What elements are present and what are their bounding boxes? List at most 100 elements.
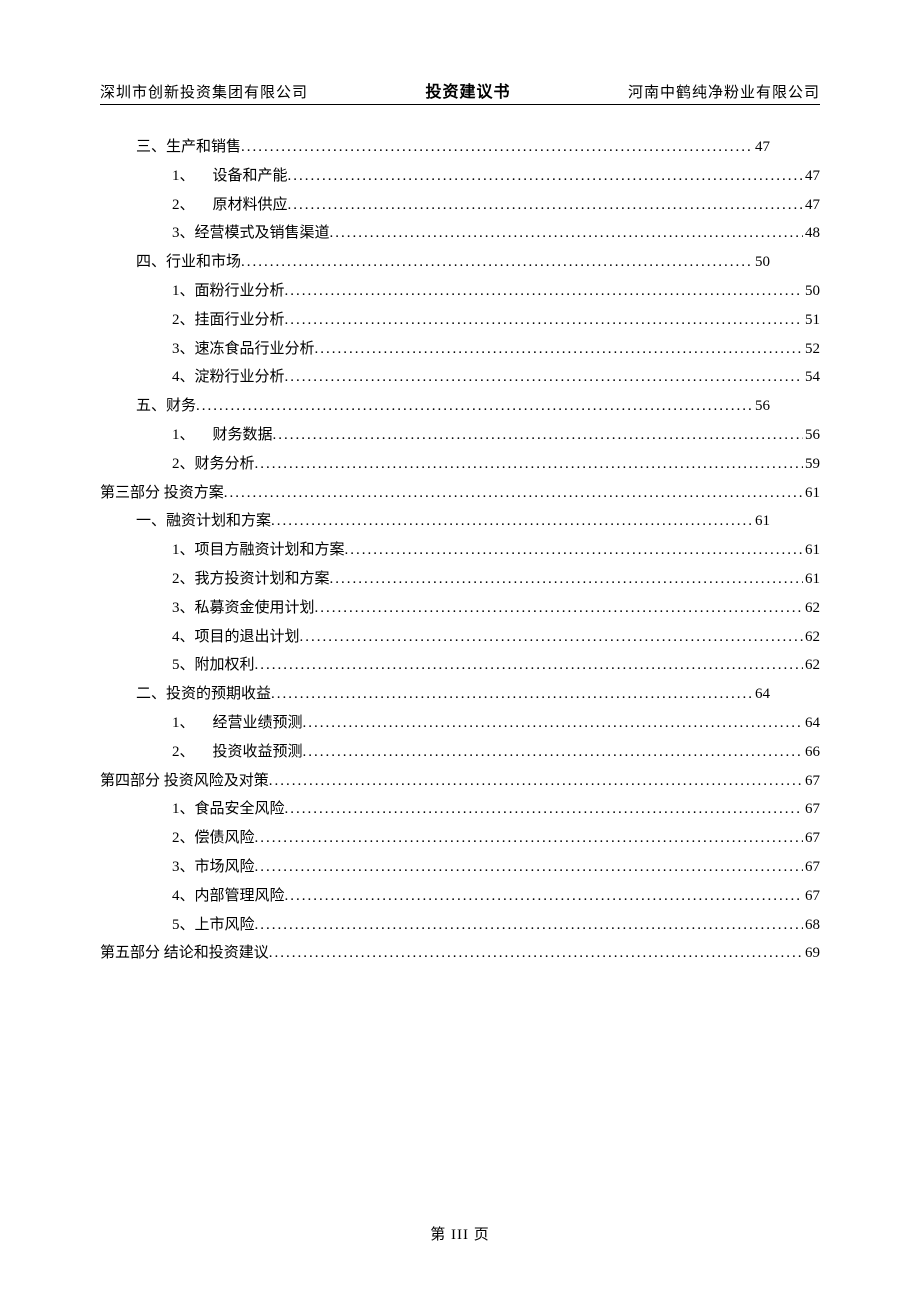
toc-entry: 1、面粉行业分析 50 (100, 277, 820, 306)
toc-entry-label: 第四部分 投资风险及对策 (100, 767, 269, 796)
toc-entry: 一、融资计划和方案61 (100, 507, 820, 536)
toc-entry-page: 54 (803, 363, 820, 392)
toc-entry-label: 1、项目方融资计划和方案 (172, 536, 345, 565)
document-page: 深圳市创新投资集团有限公司 投资建议书 河南中鹤纯净粉业有限公司 三、生产和销售… (0, 0, 920, 1028)
toc-entry-page: 67 (803, 824, 820, 853)
toc-entry-label: 2、挂面行业分析 (172, 306, 285, 335)
toc-entry-label: 1、面粉行业分析 (172, 277, 285, 306)
toc-leader-dots (315, 335, 803, 364)
toc-entry-page: 61 (803, 479, 820, 508)
toc-entry-page: 61 (803, 536, 820, 565)
toc-entry-page: 61 (803, 565, 820, 594)
toc-entry-page: 50 (753, 248, 820, 277)
toc-entry-label: 3、私募资金使用计划 (172, 594, 315, 623)
toc-entry-prefix: 1、 (172, 162, 195, 191)
toc-entry-prefix: 1、 (172, 421, 195, 450)
toc-leader-dots (285, 306, 803, 335)
toc-leader-dots (285, 363, 803, 392)
toc-entry-label: 2、财务分析 (172, 450, 255, 479)
toc-entry-page: 69 (803, 939, 820, 968)
toc-entry-label: 3、速冻食品行业分析 (172, 335, 315, 364)
toc-leader-dots (345, 536, 803, 565)
toc-entry-page: 66 (803, 738, 820, 767)
toc-entry-page: 67 (803, 767, 820, 796)
table-of-contents: 三、生产和销售471、设备和产能472、原材料供应473、经营模式及销售渠道48… (100, 133, 820, 968)
toc-entry: 三、生产和销售47 (100, 133, 820, 162)
toc-leader-dots (255, 911, 803, 940)
toc-entry-label: 3、经营模式及销售渠道 (172, 219, 330, 248)
toc-leader-dots (196, 392, 753, 421)
toc-entry: 2、投资收益预测66 (100, 738, 820, 767)
page-header: 深圳市创新投资集团有限公司 投资建议书 河南中鹤纯净粉业有限公司 (100, 78, 820, 105)
toc-entry-page: 51 (803, 306, 820, 335)
toc-entry-label: 设备和产能 (213, 162, 288, 191)
toc-entry-label: 5、附加权利 (172, 651, 255, 680)
toc-leader-dots (303, 709, 803, 738)
toc-entry-page: 56 (753, 392, 820, 421)
toc-entry: 第四部分 投资风险及对策 67 (100, 767, 820, 796)
toc-entry-page: 67 (803, 882, 820, 911)
toc-leader-dots (285, 882, 803, 911)
toc-entry-label: 四、行业和市场 (136, 248, 241, 277)
toc-leader-dots (330, 565, 803, 594)
toc-entry-page: 64 (753, 680, 820, 709)
toc-leader-dots (255, 853, 803, 882)
toc-leader-dots (315, 594, 803, 623)
toc-entry-label: 二、投资的预期收益 (136, 680, 271, 709)
toc-entry-page: 47 (803, 191, 820, 220)
toc-leader-dots (255, 824, 803, 853)
toc-entry: 3、经营模式及销售渠道48 (100, 219, 820, 248)
toc-entry: 第五部分 结论和投资建议 69 (100, 939, 820, 968)
toc-leader-dots (285, 277, 803, 306)
toc-entry: 4、项目的退出计划 62 (100, 623, 820, 652)
toc-leader-dots (271, 680, 753, 709)
toc-leader-dots (255, 651, 803, 680)
toc-entry: 1、设备和产能 47 (100, 162, 820, 191)
toc-entry-page: 47 (803, 162, 820, 191)
toc-entry: 2、挂面行业分析 51 (100, 306, 820, 335)
toc-entry: 1、财务数据56 (100, 421, 820, 450)
toc-entry-page: 47 (753, 133, 820, 162)
toc-entry-label: 4、项目的退出计划 (172, 623, 300, 652)
toc-entry: 2、偿债风险67 (100, 824, 820, 853)
toc-leader-dots (224, 479, 803, 508)
toc-leader-dots (273, 421, 803, 450)
toc-entry: 2、我方投资计划和方案 61 (100, 565, 820, 594)
toc-entry-label: 4、淀粉行业分析 (172, 363, 285, 392)
toc-entry-page: 50 (803, 277, 820, 306)
header-right-text: 河南中鹤纯净粉业有限公司 (628, 81, 820, 102)
toc-leader-dots (269, 767, 803, 796)
toc-entry-label: 五、财务 (136, 392, 196, 421)
toc-leader-dots (285, 795, 803, 824)
toc-entry-page: 59 (803, 450, 820, 479)
toc-entry-page: 62 (803, 623, 820, 652)
toc-entry-label: 第五部分 结论和投资建议 (100, 939, 269, 968)
toc-entry-label: 2、我方投资计划和方案 (172, 565, 330, 594)
toc-leader-dots (288, 191, 803, 220)
toc-leader-dots (269, 939, 803, 968)
toc-entry: 四、行业和市场 50 (100, 248, 820, 277)
toc-entry-prefix: 2、 (172, 191, 195, 220)
toc-entry: 3、速冻食品行业分析52 (100, 335, 820, 364)
toc-entry-page: 68 (803, 911, 820, 940)
toc-entry-page: 62 (803, 651, 820, 680)
toc-entry-page: 64 (803, 709, 820, 738)
toc-entry: 3、市场风险67 (100, 853, 820, 882)
toc-entry: 1、食品安全风险67 (100, 795, 820, 824)
toc-entry: 5、附加权利 62 (100, 651, 820, 680)
toc-entry-label: 5、上市风险 (172, 911, 255, 940)
toc-entry-label: 经营业绩预测 (213, 709, 303, 738)
toc-entry-page: 61 (753, 507, 820, 536)
toc-entry: 4、淀粉行业分析 54 (100, 363, 820, 392)
toc-entry: 二、投资的预期收益 64 (100, 680, 820, 709)
toc-entry-page: 67 (803, 853, 820, 882)
toc-entry-label: 第三部分 投资方案 (100, 479, 224, 508)
toc-entry-label: 投资收益预测 (213, 738, 303, 767)
header-left-text: 深圳市创新投资集团有限公司 (100, 81, 308, 102)
toc-entry: 1、经营业绩预测64 (100, 709, 820, 738)
toc-leader-dots (288, 162, 803, 191)
toc-entry: 五、财务 56 (100, 392, 820, 421)
page-footer: 第 III 页 (0, 1223, 920, 1244)
toc-leader-dots (300, 623, 803, 652)
toc-leader-dots (330, 219, 803, 248)
